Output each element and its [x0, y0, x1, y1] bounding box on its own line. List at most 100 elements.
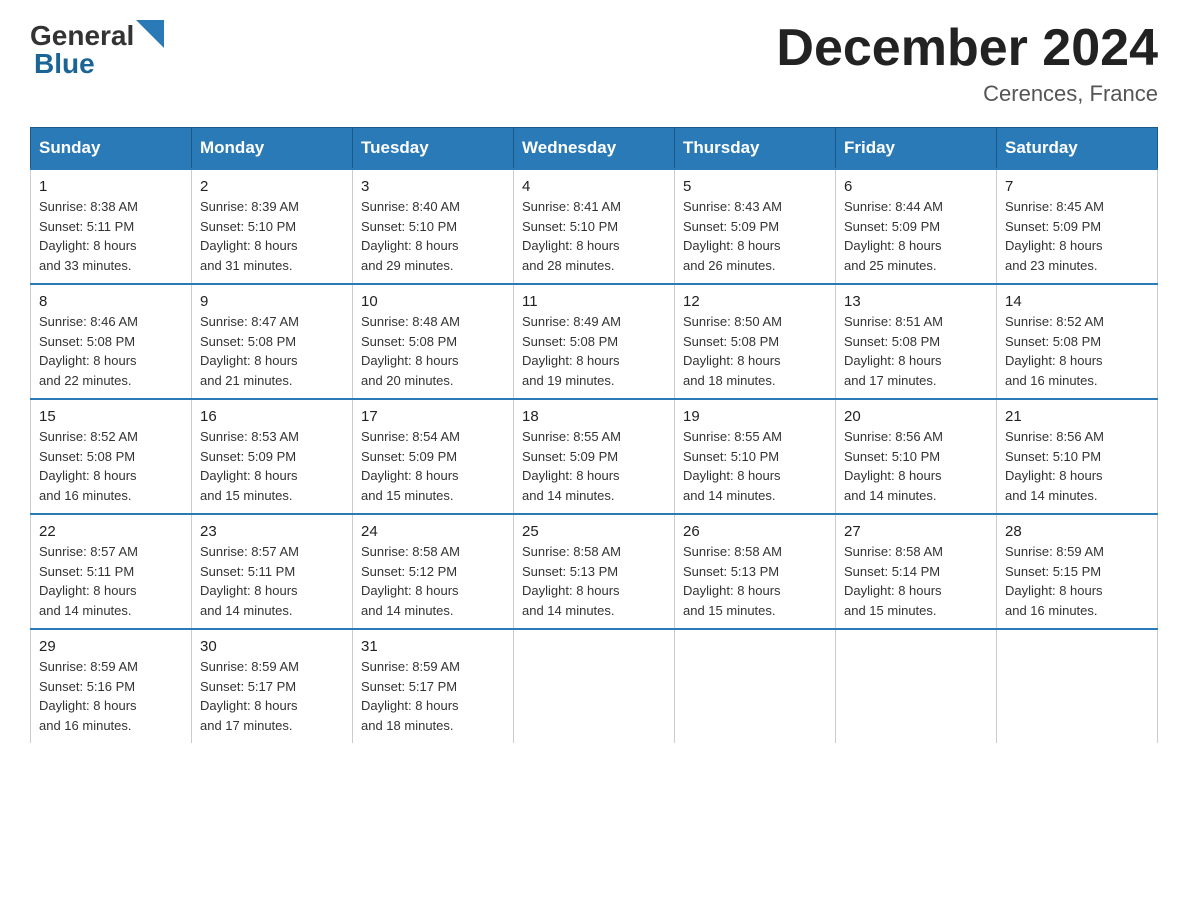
day-number: 7 — [1005, 178, 1149, 195]
day-cell: 24 Sunrise: 8:58 AMSunset: 5:12 PMDayligh… — [353, 514, 514, 629]
day-number: 27 — [844, 523, 988, 540]
day-cell: 27Sunrise: 8:58 AMSunset: 5:14 PMDayligh… — [836, 514, 997, 629]
day-info: Sunrise: 8:45 AMSunset: 5:09 PMDaylight:… — [1005, 199, 1104, 273]
day-info: Sunrise: 8:52 AMSunset: 5:08 PMDaylight:… — [1005, 314, 1104, 388]
day-number: 24 — [361, 523, 505, 540]
day-cell: 11Sunrise: 8:49 AMSunset: 5:08 PMDayligh… — [514, 284, 675, 399]
day-info: Sunrise: 8:50 AMSunset: 5:08 PMDaylight:… — [683, 314, 782, 388]
day-info: Sunrise: 8:54 AMSunset: 5:09 PMDaylight:… — [361, 429, 460, 503]
day-cell: 2 Sunrise: 8:39 AMSunset: 5:10 PMDaylight… — [192, 169, 353, 284]
logo-blue-text: Blue — [34, 48, 95, 79]
day-number: 13 — [844, 293, 988, 310]
day-number: 22 — [39, 523, 183, 540]
week-row-4: 22 Sunrise: 8:57 AMSunset: 5:11 PMDayligh… — [31, 514, 1158, 629]
logo: General Blue — [30, 20, 166, 80]
day-header-monday: Monday — [192, 128, 353, 170]
day-cell: 28 Sunrise: 8:59 AMSunset: 5:15 PMDayligh… — [997, 514, 1158, 629]
day-number: 15 — [39, 408, 183, 425]
day-number: 25 — [522, 523, 666, 540]
day-header-wednesday: Wednesday — [514, 128, 675, 170]
day-info: Sunrise: 8:56 AMSunset: 5:10 PMDaylight:… — [1005, 429, 1104, 503]
day-cell: 6 Sunrise: 8:44 AMSunset: 5:09 PMDaylight… — [836, 169, 997, 284]
day-cell: 9 Sunrise: 8:47 AMSunset: 5:08 PMDaylight… — [192, 284, 353, 399]
day-info: Sunrise: 8:59 AMSunset: 5:17 PMDaylight:… — [200, 659, 299, 733]
day-cell: 23Sunrise: 8:57 AMSunset: 5:11 PMDayligh… — [192, 514, 353, 629]
calendar-table: SundayMondayTuesdayWednesdayThursdayFrid… — [30, 127, 1158, 743]
day-info: Sunrise: 8:59 AMSunset: 5:17 PMDaylight:… — [361, 659, 460, 733]
day-header-sunday: Sunday — [31, 128, 192, 170]
day-number: 20 — [844, 408, 988, 425]
day-number: 29 — [39, 638, 183, 655]
day-cell: 19 Sunrise: 8:55 AMSunset: 5:10 PMDayligh… — [675, 399, 836, 514]
week-row-5: 29Sunrise: 8:59 AMSunset: 5:16 PMDayligh… — [31, 629, 1158, 743]
day-number: 9 — [200, 293, 344, 310]
day-header-thursday: Thursday — [675, 128, 836, 170]
day-cell: 25 Sunrise: 8:58 AMSunset: 5:13 PMDayligh… — [514, 514, 675, 629]
day-cell: 8 Sunrise: 8:46 AMSunset: 5:08 PMDaylight… — [31, 284, 192, 399]
day-cell: 14 Sunrise: 8:52 AMSunset: 5:08 PMDayligh… — [997, 284, 1158, 399]
day-number: 12 — [683, 293, 827, 310]
day-cell: 22 Sunrise: 8:57 AMSunset: 5:11 PMDayligh… — [31, 514, 192, 629]
day-cell: 29Sunrise: 8:59 AMSunset: 5:16 PMDayligh… — [31, 629, 192, 743]
day-number: 17 — [361, 408, 505, 425]
day-cell: 10Sunrise: 8:48 AMSunset: 5:08 PMDayligh… — [353, 284, 514, 399]
days-header-row: SundayMondayTuesdayWednesdayThursdayFrid… — [31, 128, 1158, 170]
day-cell: 30 Sunrise: 8:59 AMSunset: 5:17 PMDayligh… — [192, 629, 353, 743]
day-cell: 5Sunrise: 8:43 AMSunset: 5:09 PMDaylight… — [675, 169, 836, 284]
logo-icon — [136, 20, 164, 48]
day-cell: 7 Sunrise: 8:45 AMSunset: 5:09 PMDaylight… — [997, 169, 1158, 284]
day-cell: 31 Sunrise: 8:59 AMSunset: 5:17 PMDayligh… — [353, 629, 514, 743]
calendar-title-area: December 2024 Cerences, France — [776, 20, 1158, 107]
day-cell — [514, 629, 675, 743]
day-info: Sunrise: 8:55 AMSunset: 5:10 PMDaylight:… — [683, 429, 782, 503]
day-number: 30 — [200, 638, 344, 655]
day-info: Sunrise: 8:57 AMSunset: 5:11 PMDaylight:… — [200, 544, 299, 618]
day-info: Sunrise: 8:55 AMSunset: 5:09 PMDaylight:… — [522, 429, 621, 503]
day-header-friday: Friday — [836, 128, 997, 170]
day-info: Sunrise: 8:58 AMSunset: 5:12 PMDaylight:… — [361, 544, 460, 618]
day-number: 28 — [1005, 523, 1149, 540]
day-info: Sunrise: 8:52 AMSunset: 5:08 PMDaylight:… — [39, 429, 138, 503]
day-number: 21 — [1005, 408, 1149, 425]
day-number: 16 — [200, 408, 344, 425]
day-header-saturday: Saturday — [997, 128, 1158, 170]
day-cell: 4 Sunrise: 8:41 AMSunset: 5:10 PMDaylight… — [514, 169, 675, 284]
day-info: Sunrise: 8:51 AMSunset: 5:08 PMDaylight:… — [844, 314, 943, 388]
day-cell: 1 Sunrise: 8:38 AMSunset: 5:11 PMDaylight… — [31, 169, 192, 284]
day-cell: 16Sunrise: 8:53 AMSunset: 5:09 PMDayligh… — [192, 399, 353, 514]
day-info: Sunrise: 8:57 AMSunset: 5:11 PMDaylight:… — [39, 544, 138, 618]
day-number: 19 — [683, 408, 827, 425]
day-info: Sunrise: 8:58 AMSunset: 5:13 PMDaylight:… — [683, 544, 782, 618]
day-info: Sunrise: 8:46 AMSunset: 5:08 PMDaylight:… — [39, 314, 138, 388]
week-row-3: 15 Sunrise: 8:52 AMSunset: 5:08 PMDayligh… — [31, 399, 1158, 514]
day-info: Sunrise: 8:56 AMSunset: 5:10 PMDaylight:… — [844, 429, 943, 503]
day-header-tuesday: Tuesday — [353, 128, 514, 170]
day-info: Sunrise: 8:39 AMSunset: 5:10 PMDaylight:… — [200, 199, 299, 273]
day-number: 10 — [361, 293, 505, 310]
day-cell — [997, 629, 1158, 743]
day-number: 26 — [683, 523, 827, 540]
day-info: Sunrise: 8:40 AMSunset: 5:10 PMDaylight:… — [361, 199, 460, 273]
day-number: 2 — [200, 178, 344, 195]
day-info: Sunrise: 8:59 AMSunset: 5:15 PMDaylight:… — [1005, 544, 1104, 618]
day-number: 4 — [522, 178, 666, 195]
day-cell: 13 Sunrise: 8:51 AMSunset: 5:08 PMDayligh… — [836, 284, 997, 399]
day-number: 1 — [39, 178, 183, 195]
day-info: Sunrise: 8:41 AMSunset: 5:10 PMDaylight:… — [522, 199, 621, 273]
calendar-title: December 2024 — [776, 20, 1158, 77]
day-number: 11 — [522, 293, 666, 310]
day-info: Sunrise: 8:47 AMSunset: 5:08 PMDaylight:… — [200, 314, 299, 388]
page-header: General Blue December 2024 Cerences, Fra… — [30, 20, 1158, 107]
day-info: Sunrise: 8:44 AMSunset: 5:09 PMDaylight:… — [844, 199, 943, 273]
day-number: 14 — [1005, 293, 1149, 310]
day-number: 6 — [844, 178, 988, 195]
day-number: 5 — [683, 178, 827, 195]
day-number: 31 — [361, 638, 505, 655]
day-info: Sunrise: 8:58 AMSunset: 5:13 PMDaylight:… — [522, 544, 621, 618]
day-info: Sunrise: 8:38 AMSunset: 5:11 PMDaylight:… — [39, 199, 138, 273]
day-cell: 12 Sunrise: 8:50 AMSunset: 5:08 PMDayligh… — [675, 284, 836, 399]
day-cell: 26 Sunrise: 8:58 AMSunset: 5:13 PMDayligh… — [675, 514, 836, 629]
day-cell: 3Sunrise: 8:40 AMSunset: 5:10 PMDaylight… — [353, 169, 514, 284]
week-row-1: 1 Sunrise: 8:38 AMSunset: 5:11 PMDaylight… — [31, 169, 1158, 284]
day-number: 8 — [39, 293, 183, 310]
